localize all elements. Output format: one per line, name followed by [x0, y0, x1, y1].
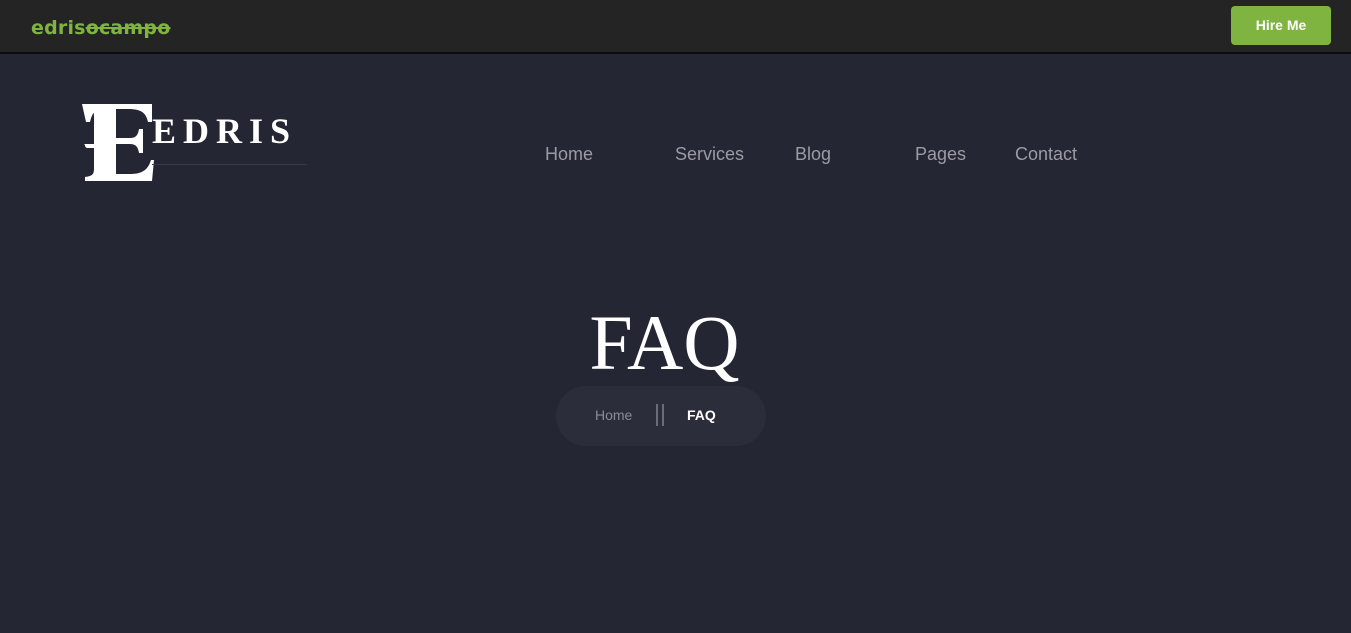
logo-wordmark: EDRIS [152, 111, 298, 151]
top-bar: edrisocampo Hire Me [0, 0, 1351, 54]
nav-contact[interactable]: Contact [1015, 142, 1077, 166]
brand-prefix: edris [31, 17, 86, 39]
brand-link[interactable]: edrisocampo [31, 15, 170, 41]
nav-pages[interactable]: Pages [915, 142, 966, 166]
nav-home[interactable]: Home [545, 142, 593, 166]
nav-services[interactable]: Services [675, 142, 744, 166]
brand-suffix: ocampo [85, 17, 171, 39]
nav-blog[interactable]: Blog [795, 142, 831, 166]
breadcrumb-home-link[interactable]: Home [595, 406, 632, 424]
page-title: FAQ [589, 299, 740, 386]
logo-divider [152, 164, 307, 165]
breadcrumb-separator [656, 404, 664, 426]
breadcrumb: Home FAQ [556, 386, 766, 446]
breadcrumb-current: FAQ [687, 407, 716, 423]
hire-me-button[interactable]: Hire Me [1231, 6, 1331, 45]
